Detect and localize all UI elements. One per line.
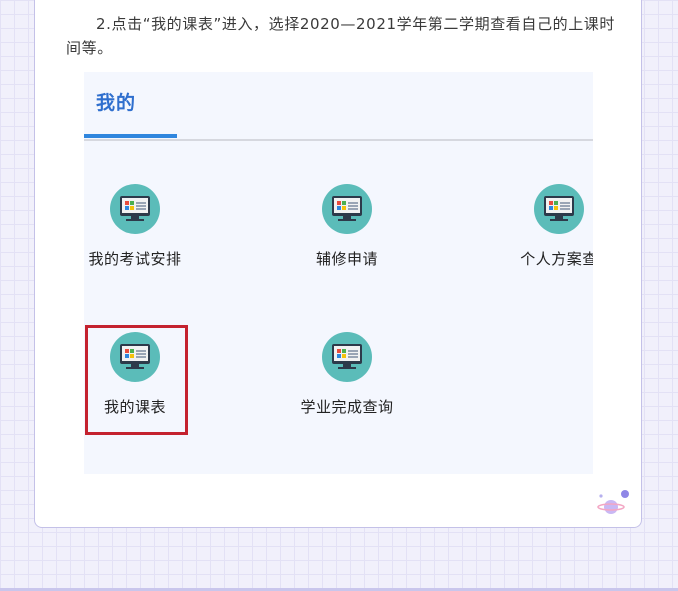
computer-icon (534, 184, 584, 234)
app-screenshot: 我的 我的考试安排 辅修申请 个人方案查 我的课表 学业完成查询 (84, 72, 593, 474)
menu-item-label: 我的考试安排 (88, 250, 182, 268)
menu-item-minor-application[interactable]: 辅修申请 (282, 184, 412, 269)
menu-item-personal-plan[interactable]: 个人方案查 (494, 184, 593, 269)
tab-divider (84, 139, 593, 141)
menu-item-label: 学业完成查询 (300, 398, 394, 416)
highlight-box (85, 325, 188, 435)
menu-item-exam-schedule[interactable]: 我的考试安排 (84, 184, 200, 269)
intro-paragraph: 2.点击“我的课表”进入，选择2020—2021学年第二学期查看自己的上课时间等… (66, 15, 616, 57)
computer-icon (322, 184, 372, 234)
menu-item-label: 辅修申请 (315, 250, 378, 268)
tab-active-indicator (84, 134, 177, 138)
computer-icon (110, 184, 160, 234)
menu-item-label: 个人方案查 (520, 250, 593, 268)
menu-item-academic-progress[interactable]: 学业完成查询 (282, 332, 412, 417)
planet-decoration-icon (597, 490, 629, 514)
tab-my[interactable]: 我的 (96, 88, 136, 115)
computer-icon (322, 332, 372, 382)
